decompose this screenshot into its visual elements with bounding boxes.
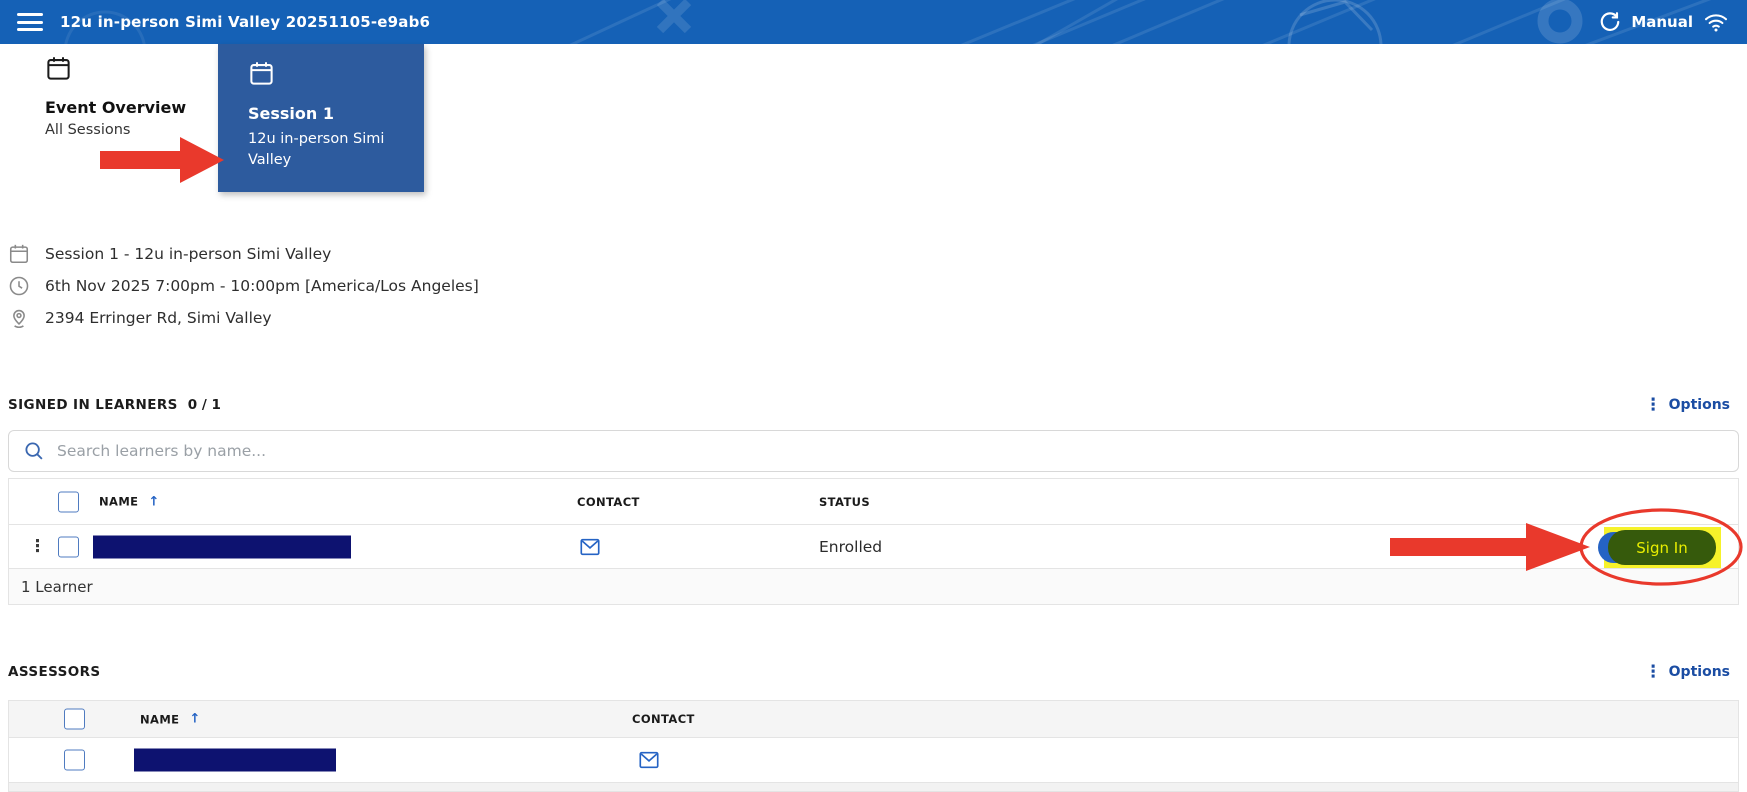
learner-count-label: 1 Learner <box>21 578 93 596</box>
tab-event-overview[interactable]: Event Overview All Sessions <box>45 55 215 138</box>
learners-table: NAME ↑ CONTACT STATUS ⋮ <box>8 478 1739 605</box>
clock-icon <box>8 275 30 297</box>
search-learners-input[interactable] <box>57 442 1738 460</box>
column-header-contact: CONTACT <box>577 495 640 509</box>
tab-overview-title: Event Overview <box>45 98 215 117</box>
sort-ascending-icon[interactable]: ↑ <box>189 712 200 727</box>
learner-status: Enrolled <box>819 538 882 556</box>
redacted-learner-name <box>93 535 351 558</box>
select-all-checkbox[interactable] <box>58 491 79 512</box>
learners-table-header: NAME ↑ CONTACT STATUS <box>9 479 1738 525</box>
column-header-name[interactable]: NAME <box>99 495 138 509</box>
calendar-icon <box>45 55 72 82</box>
session-time-row: 6th Nov 2025 7:00pm - 10:00pm [America/L… <box>8 270 479 302</box>
column-header-name[interactable]: NAME <box>140 712 179 726</box>
wifi-icon <box>1703 11 1729 33</box>
kebab-menu-icon: ⋮ <box>1645 397 1662 414</box>
column-header-status: STATUS <box>819 495 870 509</box>
kebab-menu-icon: ⋮ <box>1645 664 1662 681</box>
assessors-table-header: NAME ↑ CONTACT <box>9 701 1738 738</box>
row-menu-icon[interactable]: ⋮ <box>29 542 46 551</box>
redacted-assessor-name <box>134 749 336 772</box>
row-checkbox[interactable] <box>58 536 79 557</box>
calendar-icon <box>8 243 30 265</box>
calendar-icon <box>248 60 275 87</box>
menu-icon[interactable] <box>17 13 43 31</box>
page-title: 12u in-person Simi Valley 20251105-e9ab6 <box>60 13 430 31</box>
red-arrow-session <box>100 137 224 183</box>
session-name-row: Session 1 - 12u in-person Simi Valley <box>8 238 479 270</box>
tab-session-title: Session 1 <box>248 104 404 123</box>
assessors-options-label: Options <box>1669 664 1730 680</box>
sync-refresh-icon[interactable] <box>1599 11 1621 33</box>
learners-section-title: SIGNED IN LEARNERS <box>8 397 178 413</box>
assessors-section-header: ASSESSORS ⋮ Options <box>8 659 1730 685</box>
learners-signed-in-count: 0 / 1 <box>188 397 221 413</box>
learners-table-footer: 1 Learner <box>9 569 1738 604</box>
sort-ascending-icon[interactable]: ↑ <box>148 494 159 509</box>
session-details: Session 1 - 12u in-person Simi Valley 6t… <box>8 238 479 334</box>
tab-session-1[interactable]: Session 1 12u in-person Simi Valley <box>218 44 424 192</box>
location-pin-icon <box>8 307 30 329</box>
assessors-table: NAME ↑ CONTACT <box>8 700 1739 792</box>
page: 12u in-person Simi Valley 20251105-e9ab6… <box>0 0 1747 792</box>
sign-in-annotation: Sign In <box>1598 524 1728 571</box>
sign-in-button[interactable]: Sign In <box>1608 530 1716 565</box>
session-time: 6th Nov 2025 7:00pm - 10:00pm [America/L… <box>45 277 479 295</box>
email-icon[interactable] <box>638 751 660 770</box>
session-location-row: 2394 Erringer Rd, Simi Valley <box>8 302 479 334</box>
tab-overview-subtitle: All Sessions <box>45 122 215 138</box>
assessors-section-title: ASSESSORS <box>8 664 101 680</box>
session-location: 2394 Erringer Rd, Simi Valley <box>45 309 272 327</box>
select-all-checkbox[interactable] <box>64 709 85 730</box>
row-checkbox[interactable] <box>64 750 85 771</box>
assessors-table-footer <box>9 783 1738 792</box>
session-name: Session 1 - 12u in-person Simi Valley <box>45 245 331 263</box>
assessor-row <box>9 738 1738 783</box>
learners-options-button[interactable]: ⋮ Options <box>1645 397 1730 414</box>
search-icon <box>23 440 45 462</box>
column-header-contact: CONTACT <box>632 712 695 726</box>
learners-options-label: Options <box>1669 397 1730 413</box>
assessors-options-button[interactable]: ⋮ Options <box>1645 664 1730 681</box>
learner-row: ⋮ Enrolled <box>9 525 1738 569</box>
learners-section-header: SIGNED IN LEARNERS 0 / 1 ⋮ Options <box>8 392 1730 418</box>
sync-mode-label[interactable]: Manual <box>1631 13 1693 31</box>
email-icon[interactable] <box>579 537 601 556</box>
app-header: 12u in-person Simi Valley 20251105-e9ab6… <box>0 0 1747 44</box>
sign-in-button-label: Sign In <box>1636 539 1687 557</box>
learner-search-box <box>8 430 1739 472</box>
tab-session-subtitle: 12u in-person Simi Valley <box>248 129 408 171</box>
